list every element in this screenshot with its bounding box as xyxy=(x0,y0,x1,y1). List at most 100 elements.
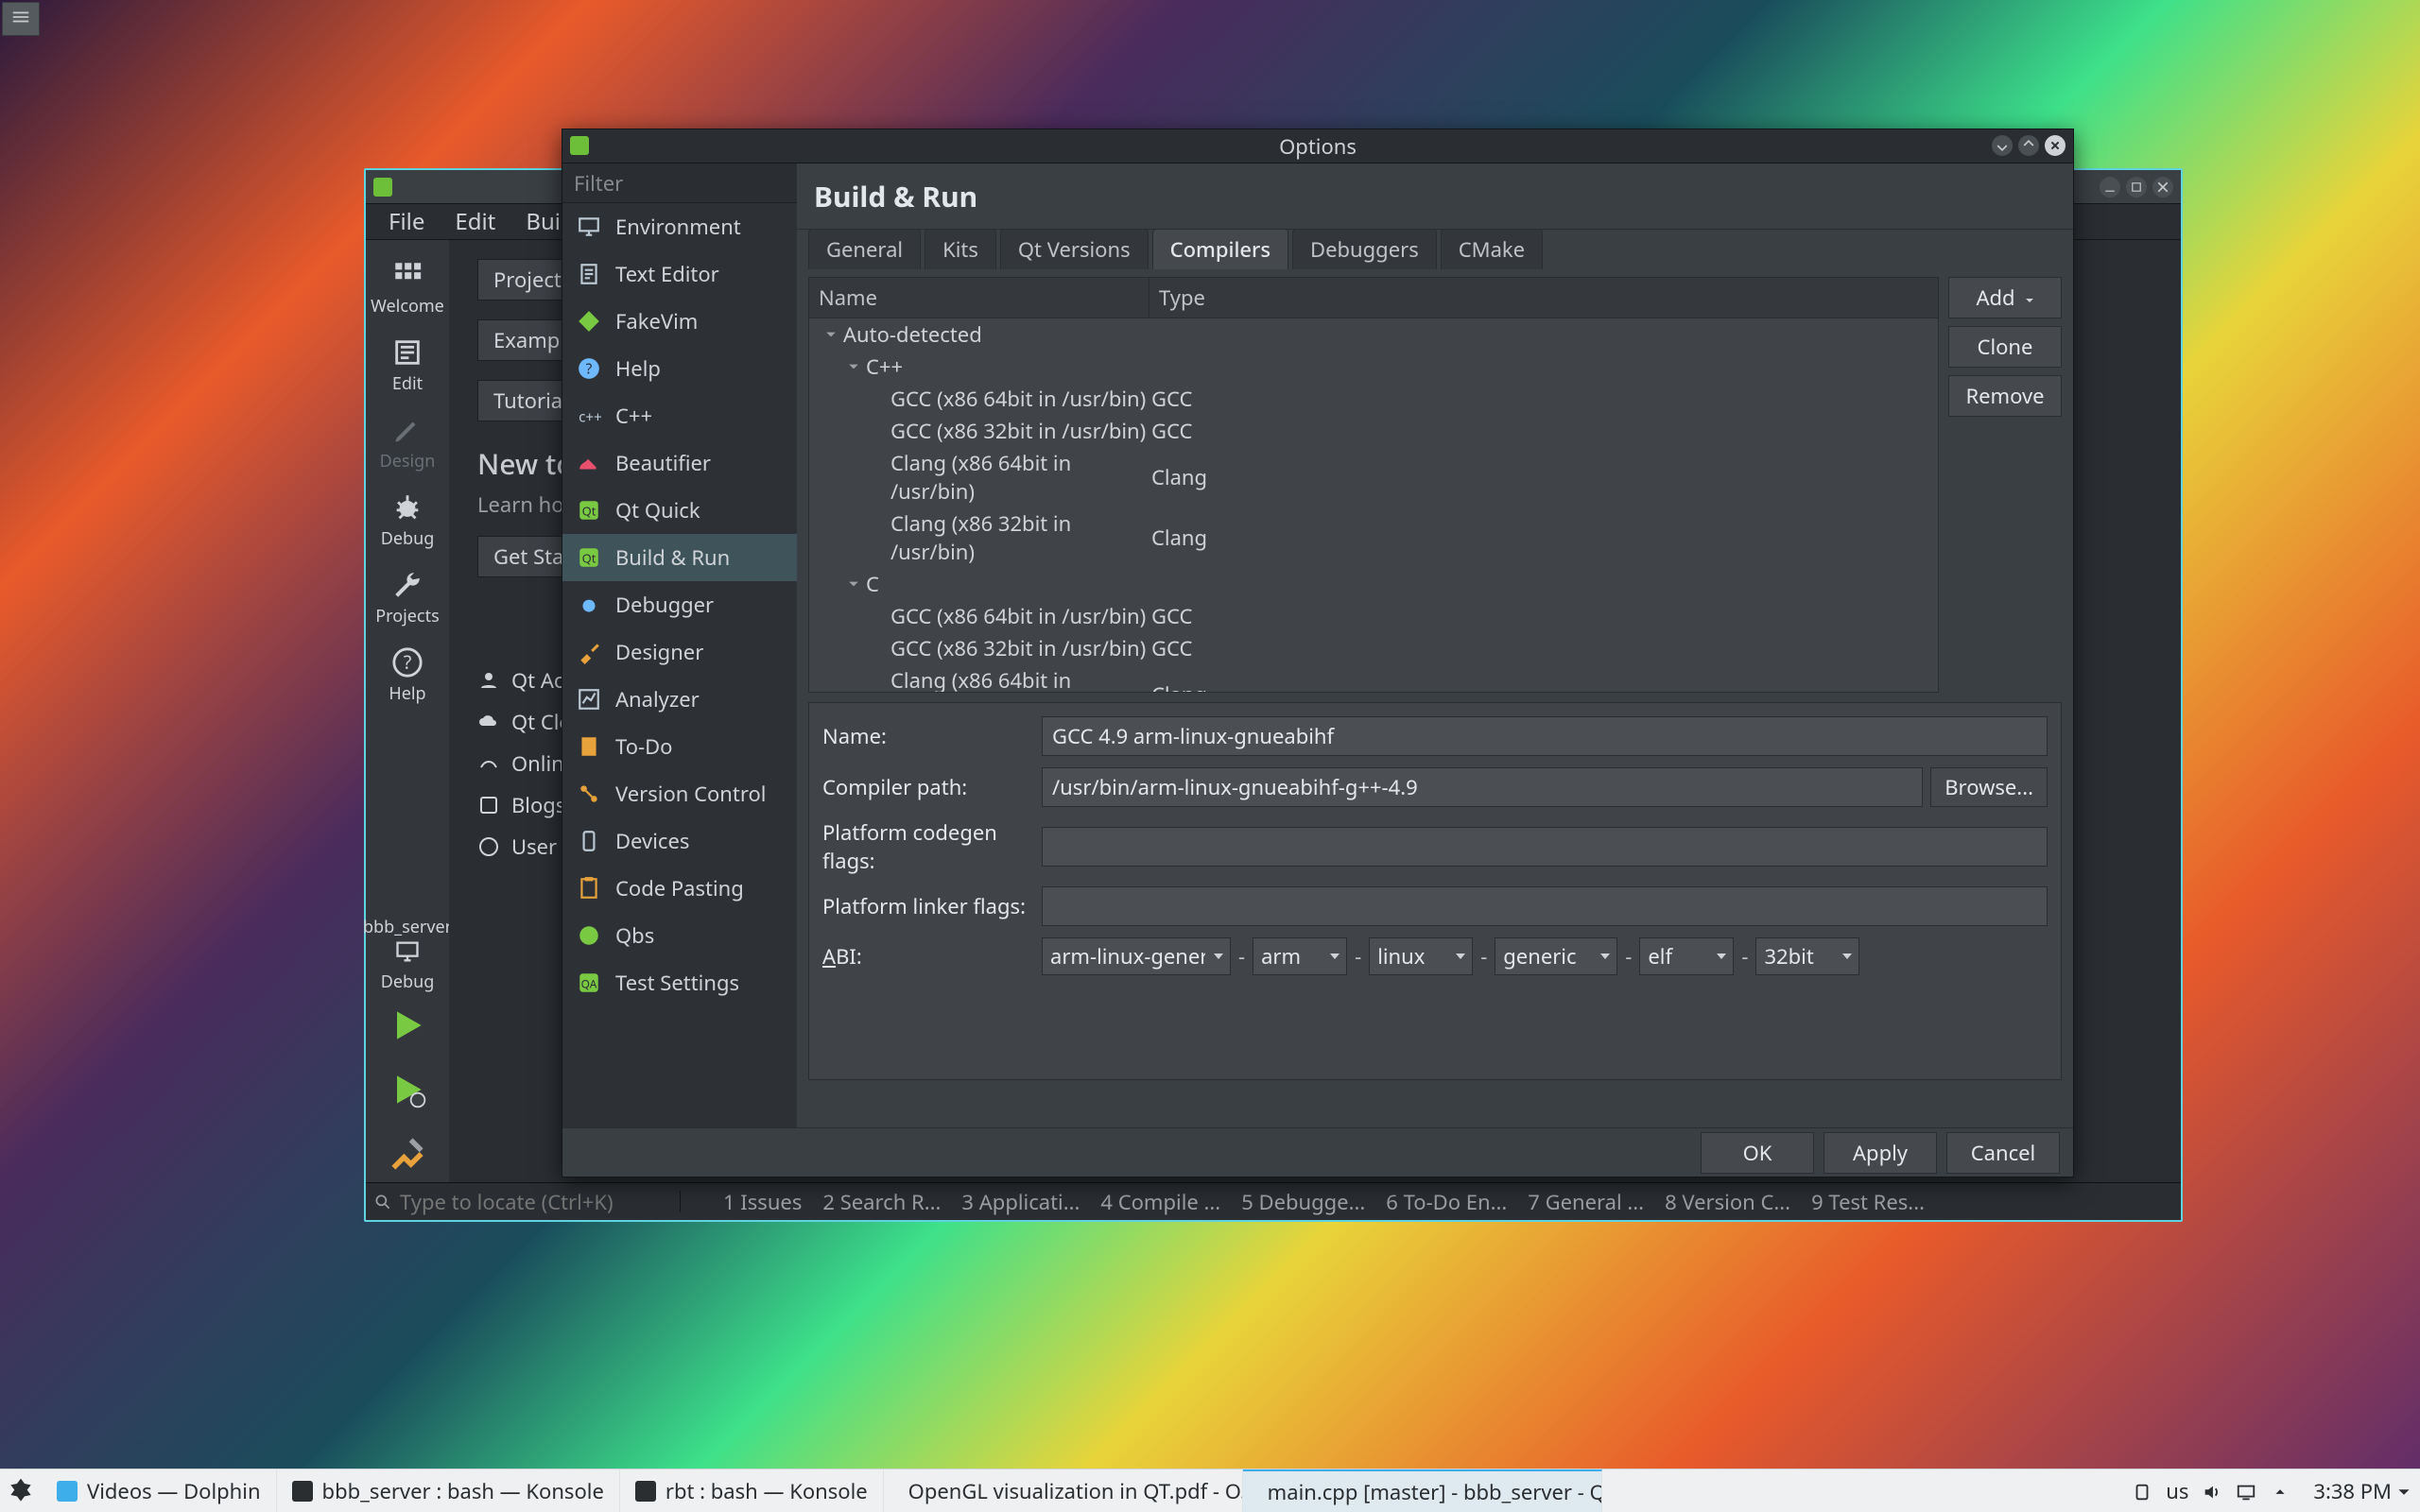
status-pane[interactable]: 5 Debugge... xyxy=(1241,1188,1365,1216)
mode-help[interactable]: ?Help xyxy=(366,637,449,714)
taskbar-task[interactable]: main.cpp [master] - bbb_server - Q… xyxy=(1243,1469,1602,1512)
tree-compiler-row[interactable]: Clang (x86 32bit in /usr/bin)Clang xyxy=(809,507,1938,568)
window-close-button[interactable] xyxy=(2045,135,2066,156)
locator[interactable] xyxy=(373,1188,665,1216)
run-button[interactable] xyxy=(387,1005,428,1046)
mode-projects[interactable]: Projects xyxy=(366,559,449,637)
options-tab-qt-versions[interactable]: Qt Versions xyxy=(1000,229,1149,269)
abi-select-1[interactable]: arm xyxy=(1253,937,1347,975)
mode-welcome[interactable]: Welcome xyxy=(366,249,449,327)
taskbar-clock[interactable]: 3:38 PM xyxy=(2304,1477,2420,1505)
tree-compiler-row[interactable]: GCC (x86 64bit in /usr/bin)GCC xyxy=(809,600,1938,632)
status-pane[interactable]: 7 General ... xyxy=(1528,1188,1644,1216)
abi-select-5[interactable]: 32bit xyxy=(1755,937,1859,975)
apply-button[interactable]: Apply xyxy=(1824,1132,1937,1174)
options-category-beautifier[interactable]: Beautifier xyxy=(562,439,797,487)
options-tab-compilers[interactable]: Compilers xyxy=(1152,229,1288,269)
taskbar-task[interactable]: Videos — Dolphin xyxy=(42,1469,277,1512)
window-maximize-button[interactable] xyxy=(2018,135,2039,156)
build-button[interactable] xyxy=(387,1133,428,1175)
status-pane[interactable]: 4 Compile ... xyxy=(1100,1188,1220,1216)
clipboard-tray-icon[interactable] xyxy=(2132,1481,2152,1502)
window-maximize-button[interactable] xyxy=(2126,177,2147,198)
mode-debug[interactable]: Debug xyxy=(366,482,449,559)
options-category-qt-quick[interactable]: QtQt Quick xyxy=(562,487,797,534)
taskbar-task[interactable]: OpenGL visualization in QT.pdf - O… xyxy=(884,1469,1243,1512)
tree-compiler-row[interactable]: GCC (x86 32bit in /usr/bin)GCC xyxy=(809,415,1938,447)
options-category-designer[interactable]: Designer xyxy=(562,628,797,676)
window-minimize-button[interactable] xyxy=(2100,177,2120,198)
menu-file[interactable]: File xyxy=(375,202,438,241)
codegen-flags-input[interactable] xyxy=(1042,827,2048,867)
triangle-down-icon[interactable] xyxy=(845,358,862,375)
locator-input[interactable] xyxy=(400,1188,665,1216)
tree-compiler-row[interactable]: GCC (x86 64bit in /usr/bin)GCC xyxy=(809,383,1938,415)
options-category-devices[interactable]: Devices xyxy=(562,817,797,865)
abi-select-4[interactable]: elf xyxy=(1639,937,1734,975)
taskbar-task[interactable]: rbt : bash — Konsole xyxy=(620,1469,884,1512)
tree-compiler-row[interactable]: GCC (x86 32bit in /usr/bin)GCC xyxy=(809,632,1938,664)
options-category-fakevim[interactable]: FakeVim xyxy=(562,298,797,345)
options-category-test-settings[interactable]: QATest Settings xyxy=(562,959,797,1006)
compilers-tree[interactable]: Name Type Auto-detectedC++GCC (x86 64bit… xyxy=(808,277,1939,693)
volume-tray-icon[interactable] xyxy=(2202,1481,2222,1502)
options-category-c-[interactable]: c++C++ xyxy=(562,392,797,439)
status-pane[interactable]: 1 Issues xyxy=(723,1188,802,1216)
abi-select-3[interactable]: generic xyxy=(1495,937,1617,975)
options-category-build-run[interactable]: QtBuild & Run xyxy=(562,534,797,581)
taskbar-task[interactable]: bbb_server : bash — Konsole xyxy=(277,1469,620,1512)
linker-flags-input[interactable] xyxy=(1042,886,2048,926)
add-button[interactable]: Add xyxy=(1948,277,2062,318)
options-category-debugger[interactable]: Debugger xyxy=(562,581,797,628)
status-pane[interactable]: 2 Search R... xyxy=(822,1188,941,1216)
abi-select-2[interactable]: linux xyxy=(1369,937,1473,975)
tree-col-type[interactable]: Type xyxy=(1150,278,1938,318)
options-tab-debuggers[interactable]: Debuggers xyxy=(1292,229,1437,269)
keyboard-layout-indicator[interactable]: us xyxy=(2166,1477,2188,1505)
options-tab-cmake[interactable]: CMake xyxy=(1441,229,1543,269)
menu-edit[interactable]: Edit xyxy=(441,202,509,241)
tree-lang-group[interactable]: C++ xyxy=(809,351,1938,383)
triangle-down-icon[interactable] xyxy=(845,576,862,593)
status-pane[interactable]: 6 To-Do En... xyxy=(1386,1188,1507,1216)
compiler-path-input[interactable] xyxy=(1042,767,1923,807)
options-filter-input[interactable]: Filter xyxy=(562,163,797,203)
options-category-analyzer[interactable]: Analyzer xyxy=(562,676,797,723)
options-category-environment[interactable]: Environment xyxy=(562,203,797,250)
target-selector[interactable]: bbb_server Debug xyxy=(363,912,452,993)
browse-button[interactable]: Browse... xyxy=(1930,767,2048,807)
tree-compiler-row[interactable]: Clang (x86 64bit in /usr/bin)Clang xyxy=(809,664,1938,692)
options-category-version-control[interactable]: Version Control xyxy=(562,770,797,817)
name-label: Name: xyxy=(822,722,1030,750)
options-tab-general[interactable]: General xyxy=(808,229,921,269)
status-pane[interactable]: 8 Version C... xyxy=(1665,1188,1790,1216)
status-pane[interactable]: 9 Test Res... xyxy=(1811,1188,1925,1216)
window-minimize-button[interactable] xyxy=(1992,135,2013,156)
compiler-name-input[interactable] xyxy=(1042,716,2048,756)
options-tab-kits[interactable]: Kits xyxy=(925,229,996,269)
options-category-to-do[interactable]: To-Do xyxy=(562,723,797,770)
options-titlebar[interactable]: Options xyxy=(562,129,2073,163)
options-category-help[interactable]: ?Help xyxy=(562,345,797,392)
tree-compiler-row[interactable]: Clang (x86 64bit in /usr/bin)Clang xyxy=(809,447,1938,507)
options-category-qbs[interactable]: Qbs xyxy=(562,912,797,959)
tree-col-name[interactable]: Name xyxy=(809,278,1150,318)
abi-select-0[interactable]: arm-linux-generic xyxy=(1042,937,1231,975)
remove-button[interactable]: Remove xyxy=(1948,375,2062,417)
options-category-text-editor[interactable]: Text Editor xyxy=(562,250,797,298)
cancel-button[interactable]: Cancel xyxy=(1946,1132,2060,1174)
kde-start-button[interactable] xyxy=(0,1470,42,1512)
run-debug-button[interactable] xyxy=(387,1069,428,1110)
clone-button[interactable]: Clone xyxy=(1948,326,2062,368)
tree-group[interactable]: Auto-detected xyxy=(809,318,1938,351)
ok-button[interactable]: OK xyxy=(1701,1132,1814,1174)
options-category-code-pasting[interactable]: Code Pasting xyxy=(562,865,797,912)
tray-expand-icon[interactable] xyxy=(2270,1481,2290,1502)
triangle-down-icon[interactable] xyxy=(822,326,839,343)
mode-edit[interactable]: Edit xyxy=(366,327,449,404)
desktop-menu-button[interactable] xyxy=(2,2,40,36)
status-pane[interactable]: 3 Applicati... xyxy=(961,1188,1080,1216)
window-close-button[interactable] xyxy=(2152,177,2173,198)
tree-lang-group[interactable]: C xyxy=(809,568,1938,600)
network-tray-icon[interactable] xyxy=(2236,1481,2256,1502)
